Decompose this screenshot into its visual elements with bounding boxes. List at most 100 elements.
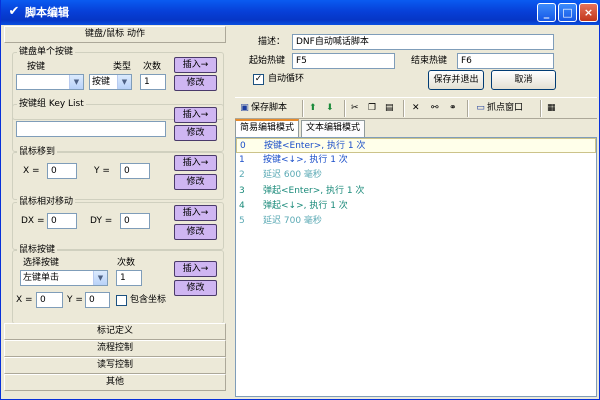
modify-click-button[interactable]: 修改 — [174, 280, 217, 296]
script-panel: 描述： DNF自动喊话脚本 起始热键 F5 结束热键 F6 ✓ 自动循环 保存并… — [229, 26, 599, 397]
script-line[interactable]: 2 延迟 600 毫秒 — [236, 168, 596, 183]
x-label: X = — [16, 295, 33, 305]
toolbar-separator — [302, 100, 304, 117]
click-count-input[interactable]: 1 — [116, 270, 142, 286]
mouse-y-input[interactable]: 0 — [120, 163, 150, 179]
keyboard-mouse-section-header[interactable]: 键盘/鼠标 动作 — [4, 26, 226, 43]
start-hotkey-label: 起始热键 — [249, 56, 286, 66]
script-line[interactable]: 5 延迟 700 毫秒 — [236, 214, 596, 229]
insert-key-button[interactable]: 插入→ — [174, 57, 217, 73]
mouse-relative-group-label: 鼠标相对移动 — [17, 197, 76, 208]
mouse-dx-input[interactable]: 0 — [47, 213, 77, 229]
x-label: X = — [23, 166, 40, 176]
end-hotkey-input[interactable]: F6 — [457, 53, 554, 69]
capture-window-label: 抓点窗口 — [487, 103, 524, 113]
toolbar-separator — [540, 100, 542, 117]
click-x-input[interactable]: 0 — [36, 292, 63, 308]
find-icon[interactable]: ⚯ — [431, 100, 439, 117]
include-coords-checkbox[interactable] — [116, 295, 127, 306]
maximize-button[interactable]: □ — [558, 3, 577, 22]
mouse-move-group-label: 鼠标移到 — [17, 147, 58, 158]
auto-loop-checkbox[interactable]: ✓ — [253, 74, 264, 85]
y-label: Y = — [67, 295, 83, 305]
save-script-label: 保存脚本 — [251, 103, 288, 113]
key-list-group-label: 按键组 Key List — [17, 99, 86, 110]
line-text: 延迟 600 毫秒 — [263, 170, 322, 180]
start-hotkey-input[interactable]: F5 — [292, 53, 395, 69]
auto-loop-label: 自动循环 — [268, 74, 305, 84]
tab-simple-edit[interactable]: 简易编辑模式 — [235, 119, 300, 137]
section-flow-control[interactable]: 流程控制 — [4, 340, 226, 357]
script-line[interactable]: 3 弹起<Enter>, 执行 1 次 — [236, 184, 596, 199]
paste-icon[interactable]: ▤ — [385, 100, 394, 117]
save-and-exit-button[interactable]: 保存并退出 — [428, 70, 484, 90]
cut-icon[interactable]: ✂ — [351, 100, 359, 117]
click-y-input[interactable]: 0 — [85, 292, 110, 308]
script-editor[interactable]: 0 按键<Enter>, 执行 1 次 1 按键<↓>, 执行 1 次 2 延迟… — [235, 137, 597, 397]
modify-move-button[interactable]: 修改 — [174, 174, 217, 190]
toolbar-separator — [403, 100, 405, 117]
move-up-icon[interactable]: ⬆ — [309, 100, 317, 117]
insert-move-button[interactable]: 插入→ — [174, 155, 217, 171]
insert-relative-button[interactable]: 插入→ — [174, 205, 217, 221]
insert-click-button[interactable]: 插入→ — [174, 261, 217, 277]
notes-icon[interactable]: ▦ — [547, 100, 556, 117]
save-script-button[interactable]: ▣ 保存脚本 — [238, 100, 287, 117]
section-read-write-control[interactable]: 读写控制 — [4, 357, 226, 374]
section-other[interactable]: 其他 — [4, 374, 226, 391]
modify-keylist-button[interactable]: 修改 — [174, 125, 217, 141]
move-down-icon[interactable]: ⬇ — [326, 100, 334, 117]
mouse-button-group: 鼠标按键 选择按键 次数 左键单击 ▼ 1 X = 0 Y = 0 包含坐标 插… — [12, 245, 224, 324]
delete-icon[interactable]: ✕ — [412, 100, 420, 117]
mouse-dy-input[interactable]: 0 — [120, 213, 150, 229]
key-count-input[interactable]: 1 — [140, 74, 166, 90]
mouse-x-input[interactable]: 0 — [47, 163, 77, 179]
dy-label: DY = — [90, 216, 113, 226]
script-line[interactable]: 4 弹起<↓>, 执行 1 次 — [236, 199, 596, 214]
mouse-move-group: 鼠标移到 X = 0 Y = 0 插入→ 修改 — [12, 147, 224, 200]
insert-keylist-button[interactable]: 插入→ — [174, 107, 217, 123]
minimize-button[interactable]: _ — [537, 3, 556, 22]
chevron-down-icon[interactable]: ▼ — [93, 271, 107, 285]
mouse-button-group-label: 鼠标按键 — [17, 245, 58, 256]
cancel-button[interactable]: 取消 — [491, 70, 556, 90]
window-title: 脚本编辑 — [25, 6, 69, 19]
key-list-input[interactable] — [16, 121, 166, 137]
y-label: Y = — [94, 166, 110, 176]
line-text: 弹起<Enter>, 执行 1 次 — [263, 186, 365, 196]
type-label: 类型 — [113, 62, 132, 72]
single-key-group-label: 键盘单个按键 — [17, 47, 76, 58]
section-label-definition[interactable]: 标记定义 — [4, 323, 226, 340]
count-label: 次数 — [143, 62, 162, 72]
tab-text-edit[interactable]: 文本编辑模式 — [301, 120, 366, 137]
copy-icon[interactable]: ❐ — [368, 100, 376, 117]
key-list-group: 按键组 Key List 插入→ 修改 — [12, 99, 224, 152]
dx-label: DX = — [21, 216, 45, 226]
script-line[interactable]: 0 按键<Enter>, 执行 1 次 — [236, 138, 596, 153]
chevron-down-icon[interactable]: ▼ — [117, 75, 131, 89]
modify-relative-button[interactable]: 修改 — [174, 224, 217, 240]
title-bar[interactable]: ✔ 脚本编辑 _ □ × — [1, 0, 600, 25]
select-button-label: 选择按键 — [23, 258, 60, 268]
type-select[interactable]: 按键 ▼ — [89, 74, 132, 90]
modify-key-button[interactable]: 修改 — [174, 75, 217, 91]
capture-window-button[interactable]: ▭ 抓点窗口 — [474, 100, 523, 117]
click-count-label: 次数 — [117, 258, 136, 268]
find-replace-icon[interactable]: ⚭ — [449, 100, 457, 117]
key-label: 按键 — [27, 62, 46, 72]
mouse-button-select-value: 左键单击 — [23, 273, 60, 283]
key-select[interactable]: ▼ — [16, 74, 84, 90]
close-button[interactable]: × — [579, 3, 598, 22]
monitor-icon: ▭ — [476, 103, 485, 113]
script-editor-window: ✔ 脚本编辑 _ □ × 键盘/鼠标 动作 键盘单个按键 按键 类型 次数 ▼ … — [0, 0, 600, 400]
floppy-disk-icon: ▣ — [240, 103, 249, 113]
line-text: 延迟 700 毫秒 — [263, 216, 322, 226]
chevron-down-icon[interactable]: ▼ — [69, 75, 83, 89]
script-line[interactable]: 1 按键<↓>, 执行 1 次 — [236, 153, 596, 168]
action-panel: 键盘/鼠标 动作 键盘单个按键 按键 类型 次数 ▼ 按键 ▼ 1 插入→ 修改… — [4, 26, 226, 397]
line-text: 按键<Enter>, 执行 1 次 — [264, 141, 366, 151]
toolbar-separator — [344, 100, 346, 117]
description-input[interactable]: DNF自动喊话脚本 — [292, 34, 554, 50]
checkmark-icon: ✔ — [8, 4, 20, 19]
mouse-button-select[interactable]: 左键单击 ▼ — [20, 270, 108, 286]
